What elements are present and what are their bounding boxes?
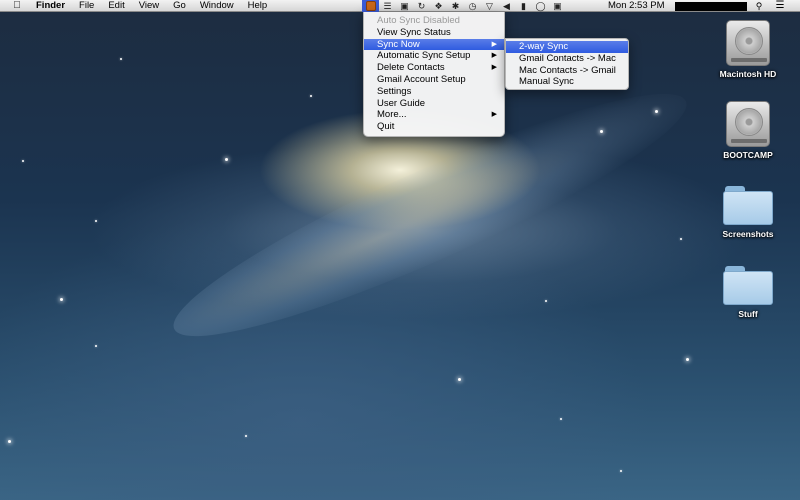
star <box>680 238 682 240</box>
menu-item-view-sync-status[interactable]: View Sync Status <box>364 27 504 39</box>
notification-center-icon[interactable]: ☰ <box>772 0 788 12</box>
star <box>545 300 547 302</box>
menu-go[interactable]: Go <box>166 0 193 12</box>
menu-edit[interactable]: Edit <box>101 0 131 12</box>
menu-item-settings[interactable]: Settings <box>364 86 504 98</box>
menu-item-quit[interactable]: Quit <box>364 121 504 133</box>
desktop-icon-label: Macintosh HD <box>719 69 777 79</box>
desktop-icon-macintosh-hd[interactable]: Macintosh HD <box>708 20 788 79</box>
submenu-arrow-icon: ▶ <box>491 40 497 48</box>
menu-item-delete-contacts[interactable]: Delete Contacts ▶ <box>364 62 504 74</box>
star <box>655 110 658 113</box>
menu-item-label: Sync Now <box>377 38 420 50</box>
star <box>620 470 622 472</box>
menu-item-more[interactable]: More... ▶ <box>364 109 504 121</box>
star <box>245 435 247 437</box>
folder-icon <box>723 186 773 226</box>
menu-item-label: Automatic Sync Setup <box>377 50 471 62</box>
sync-contacts-icon[interactable] <box>362 0 379 12</box>
app-menu-finder[interactable]: Finder <box>29 0 72 12</box>
star <box>8 440 11 443</box>
star <box>225 158 228 161</box>
menu-item-label: Quit <box>377 121 395 133</box>
submenu-arrow-icon: ▶ <box>491 111 497 119</box>
time-machine-icon[interactable]: ◷ <box>464 0 481 12</box>
star <box>310 95 312 97</box>
apple-menu-icon[interactable]:  <box>11 0 23 11</box>
dropbox-icon[interactable]: ❖ <box>430 0 447 12</box>
menu-help[interactable]: Help <box>241 0 275 12</box>
desktop-icon-stuff[interactable]: Stuff <box>708 266 788 319</box>
folder-icon <box>723 266 773 306</box>
menu-item-gmail-account-setup[interactable]: Gmail Account Setup <box>364 74 504 86</box>
volume-icon[interactable]: ◀ <box>498 0 515 12</box>
status-area: ☰ ▣ ↻ ❖ ✱ ◷ ▽ ◀ ▮ ◯ ▣ <box>362 0 566 12</box>
star <box>120 58 122 60</box>
star <box>95 220 97 222</box>
menu-item-auto-sync-disabled: Auto Sync Disabled <box>364 15 504 27</box>
refresh-icon[interactable]: ↻ <box>413 0 430 12</box>
chat-icon[interactable]: ◯ <box>532 0 549 12</box>
menu-item-label: View Sync Status <box>377 26 451 38</box>
star <box>600 130 603 133</box>
hard-drive-icon <box>726 101 770 147</box>
sync-now-submenu: 2-way Sync Gmail Contacts -> Mac Mac Con… <box>505 38 629 90</box>
menu-item-label: Settings <box>377 85 412 97</box>
menu-item-user-guide[interactable]: User Guide <box>364 98 504 110</box>
wifi-icon[interactable]: ▽ <box>481 0 498 12</box>
submenu-item-2-way-sync[interactable]: 2-way Sync <box>506 41 628 53</box>
spotlight-search-icon[interactable]: ⚲ <box>752 0 766 12</box>
submenu-item-mac-to-gmail[interactable]: Mac Contacts -> Gmail <box>506 65 628 77</box>
menu-item-automatic-sync-setup[interactable]: Automatic Sync Setup ▶ <box>364 50 504 62</box>
desktop-icon-label: Stuff <box>738 309 758 319</box>
menu-item-sync-now[interactable]: Sync Now ▶ <box>364 38 504 51</box>
redacted-username[interactable] <box>675 2 747 11</box>
menu-item-label: User Guide <box>377 97 426 109</box>
star <box>60 298 63 301</box>
battery-icon[interactable]: ▮ <box>515 0 532 12</box>
menu-bar:  Finder File Edit View Go Window Help ☰… <box>0 0 800 12</box>
menu-item-label: Delete Contacts <box>377 62 445 74</box>
input-menu-icon[interactable]: ▣ <box>549 0 566 12</box>
star <box>22 160 24 162</box>
submenu-arrow-icon: ▶ <box>491 52 497 60</box>
menu-item-label: More... <box>377 109 407 121</box>
airplay-icon[interactable]: ▣ <box>396 0 413 12</box>
menu-item-label: Gmail Account Setup <box>377 73 466 85</box>
star <box>560 418 562 420</box>
desktop-icon-bootcamp[interactable]: BOOTCAMP <box>708 101 788 160</box>
submenu-item-manual-sync[interactable]: Manual Sync <box>506 76 628 88</box>
clock[interactable]: Mon 2:53 PM <box>608 0 665 12</box>
menu-view[interactable]: View <box>132 0 166 12</box>
clipboard-icon[interactable]: ☰ <box>379 0 396 12</box>
sync-dropdown-menu: Auto Sync Disabled View Sync Status Sync… <box>363 12 505 137</box>
desktop-icon-label: Screenshots <box>722 229 774 239</box>
star <box>95 345 97 347</box>
desktop-icon-screenshots[interactable]: Screenshots <box>708 186 788 239</box>
submenu-item-gmail-to-mac[interactable]: Gmail Contacts -> Mac <box>506 53 628 65</box>
menu-file[interactable]: File <box>72 0 101 12</box>
submenu-arrow-icon: ▶ <box>491 64 497 72</box>
desktop-icon-label: BOOTCAMP <box>723 150 773 160</box>
star <box>458 378 461 381</box>
star <box>686 358 689 361</box>
menu-window[interactable]: Window <box>193 0 241 12</box>
hard-drive-icon <box>726 20 770 66</box>
menu-item-label: Auto Sync Disabled <box>377 15 460 26</box>
bluetooth-icon[interactable]: ✱ <box>447 0 464 12</box>
